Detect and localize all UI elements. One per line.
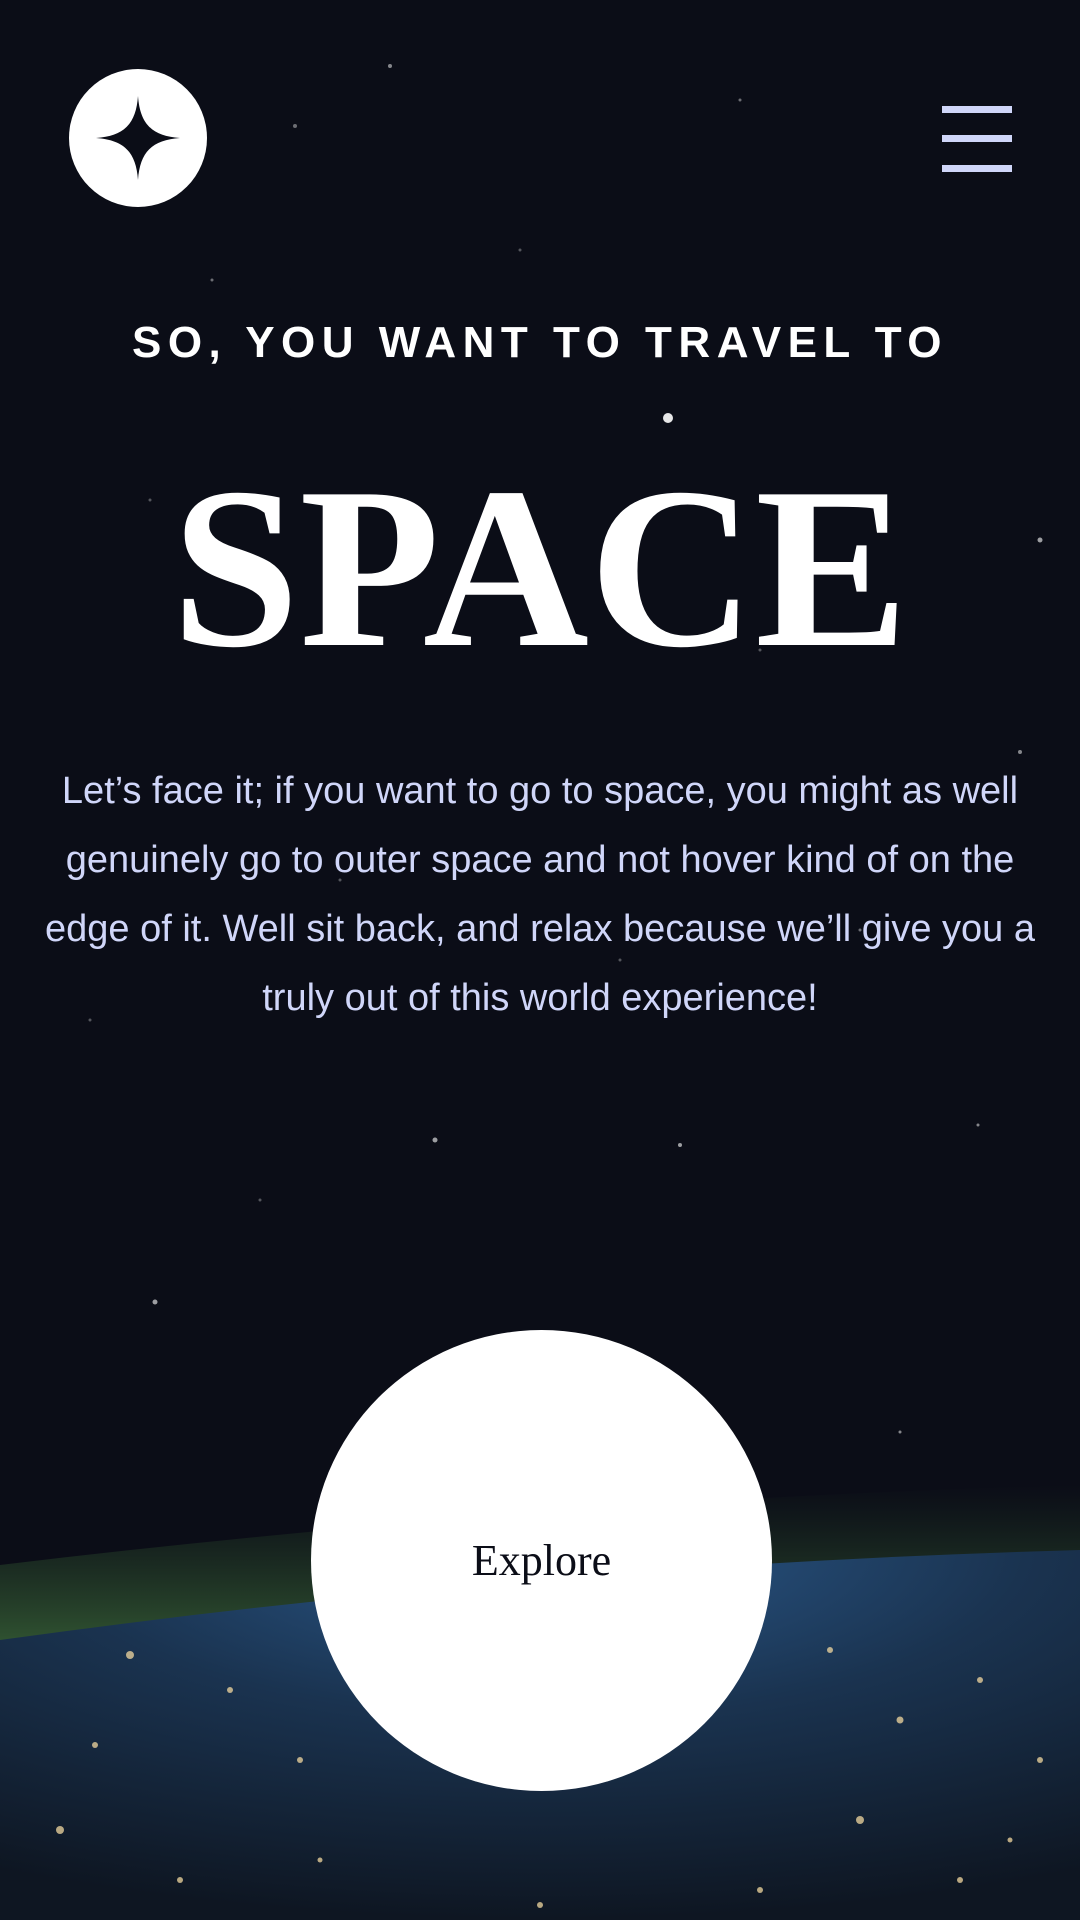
hamburger-bar bbox=[942, 106, 1012, 113]
hamburger-bar bbox=[942, 135, 1012, 142]
four-point-star-icon bbox=[96, 96, 180, 180]
explore-button[interactable]: Explore bbox=[311, 1330, 772, 1791]
hero-description: Let’s face it; if you want to go to spac… bbox=[45, 770, 1035, 1019]
hero-subtitle: SO, YOU WANT TO TRAVEL TO bbox=[131, 318, 949, 367]
hamburger-menu-icon[interactable] bbox=[942, 106, 1012, 172]
hamburger-bar bbox=[942, 165, 1012, 172]
home-logo[interactable] bbox=[69, 69, 207, 207]
hero-title: SPACE bbox=[171, 440, 909, 695]
